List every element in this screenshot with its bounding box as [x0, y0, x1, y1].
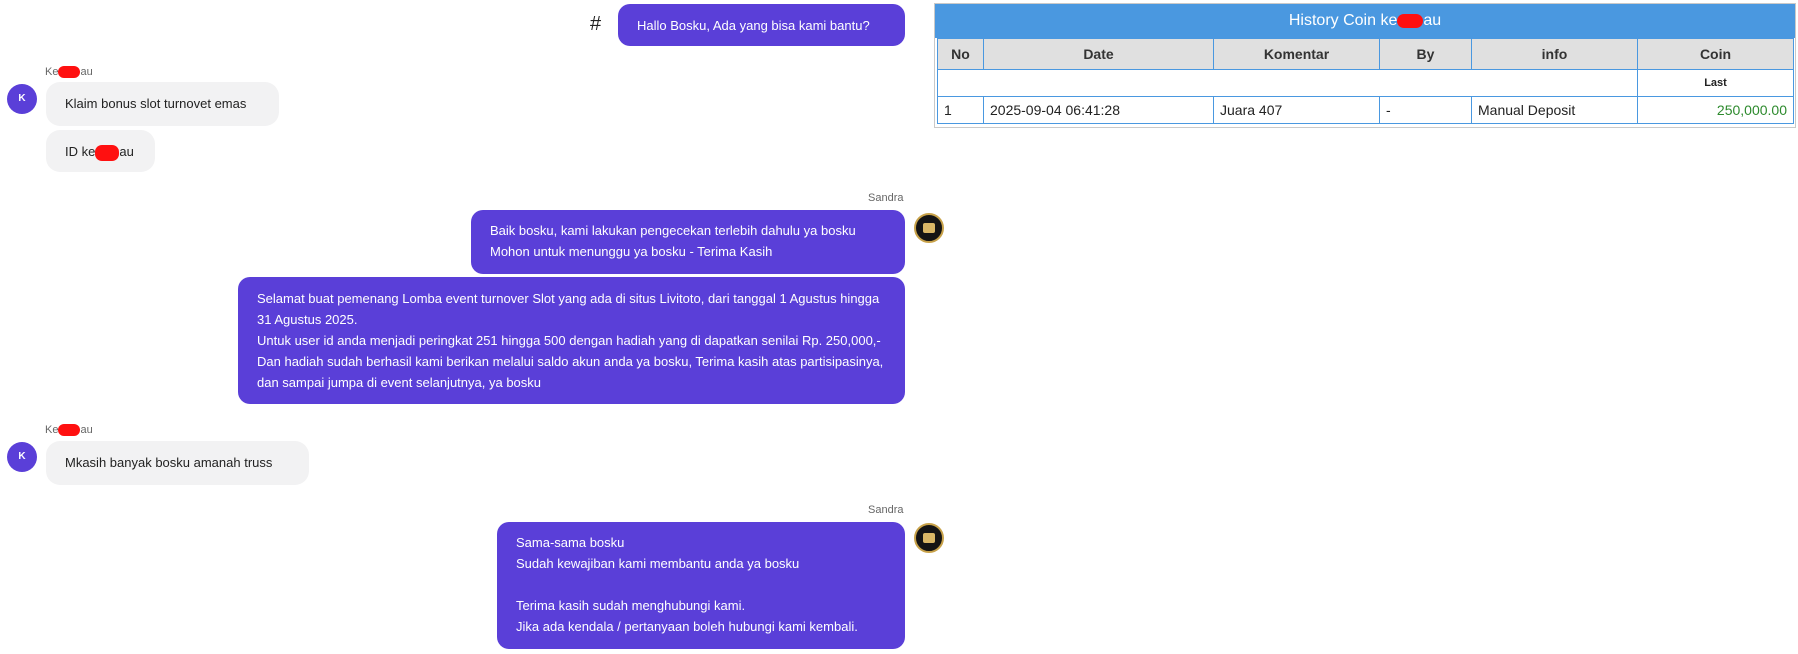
- agent-message-line: Jika ada kendala / pertanyaan boleh hubu…: [516, 619, 858, 634]
- column-header-coin: Coin: [1637, 38, 1794, 70]
- logo-icon: [923, 223, 935, 233]
- agent-message-line: Sudah kewajiban kami membantu anda ya bo…: [516, 556, 800, 571]
- user-name-label: Ke au: [45, 424, 93, 437]
- agent-message-spacer: [516, 574, 886, 595]
- greeting-bubble: Hallo Bosku, Ada yang bisa kami bantu?: [618, 4, 905, 46]
- user-message-bubble: ID ke au: [46, 130, 155, 172]
- column-header-by: By: [1379, 38, 1472, 70]
- user-message-text: Klaim bonus slot turnovet emas: [65, 96, 247, 111]
- table-subheader-row: Last: [937, 69, 1794, 97]
- coin-history-table: No Date Komentar By info Coin Last 1 202…: [937, 38, 1794, 124]
- subheader-last: Last: [1637, 69, 1794, 97]
- cell-no: 1: [937, 96, 984, 124]
- agent-avatar: [914, 523, 944, 553]
- column-header-info: info: [1471, 38, 1638, 70]
- agent-message-bubble: Sama-sama bosku Sudah kewajiban kami mem…: [497, 522, 905, 649]
- coin-history-title: History Coin ke au: [935, 4, 1795, 38]
- redaction-mark: [58, 66, 81, 79]
- agent-message-bubble: Selamat buat pemenang Lomba event turnov…: [238, 277, 905, 404]
- user-message-bubble: Klaim bonus slot turnovet emas: [46, 82, 279, 126]
- agent-message-line: Sama-sama bosku: [516, 535, 625, 550]
- hash-icon: #: [590, 13, 602, 35]
- agent-message-line: Terima kasih sudah menghubungi kami.: [516, 598, 746, 613]
- cell-komentar: Juara 407: [1213, 96, 1380, 124]
- cell-date: 2025-09-04 06:41:28: [983, 96, 1214, 124]
- greeting-text: Hallo Bosku, Ada yang bisa kami bantu?: [637, 18, 870, 33]
- agent-message-line: Mohon untuk menunggu ya bosku - Terima K…: [490, 244, 773, 259]
- coin-history-panel: History Coin ke au No Date Komentar By in…: [934, 3, 1796, 128]
- user-avatar: K: [7, 442, 37, 472]
- user-name-label: Ke au: [45, 66, 93, 79]
- column-header-komentar: Komentar: [1213, 38, 1380, 70]
- table-row: 1 2025-09-04 06:41:28 Juara 407 - Manual…: [937, 96, 1794, 124]
- column-header-no: No: [937, 38, 984, 70]
- user-message-bubble: Mkasih banyak bosku amanah truss: [46, 441, 309, 485]
- agent-message-bubble: Baik bosku, kami lakukan pengecekan terl…: [471, 210, 905, 274]
- redaction-mark: [1397, 13, 1424, 28]
- redaction-mark: [58, 424, 81, 437]
- agent-avatar: [914, 213, 944, 243]
- user-message-text: Mkasih banyak bosku amanah truss: [65, 455, 273, 470]
- cell-by: -: [1379, 96, 1472, 124]
- agent-name-label: Sandra: [868, 504, 904, 516]
- agent-message-text: Selamat buat pemenang Lomba event turnov…: [257, 291, 880, 327]
- agent-message-text: Untuk user id anda menjadi peringkat 251…: [257, 333, 884, 390]
- agent-message-line: Baik bosku, kami lakukan pengecekan terl…: [490, 223, 856, 238]
- table-header-row: No Date Komentar By info Coin: [937, 38, 1794, 70]
- cell-coin: 250,000.00: [1637, 96, 1794, 124]
- logo-icon: [923, 533, 935, 543]
- agent-name-label: Sandra: [868, 192, 904, 204]
- column-header-date: Date: [983, 38, 1214, 70]
- subheader-empty-cell: [937, 69, 1638, 97]
- cell-info: Manual Deposit: [1471, 96, 1638, 124]
- redaction-mark: [95, 144, 120, 161]
- user-avatar: K: [7, 84, 37, 114]
